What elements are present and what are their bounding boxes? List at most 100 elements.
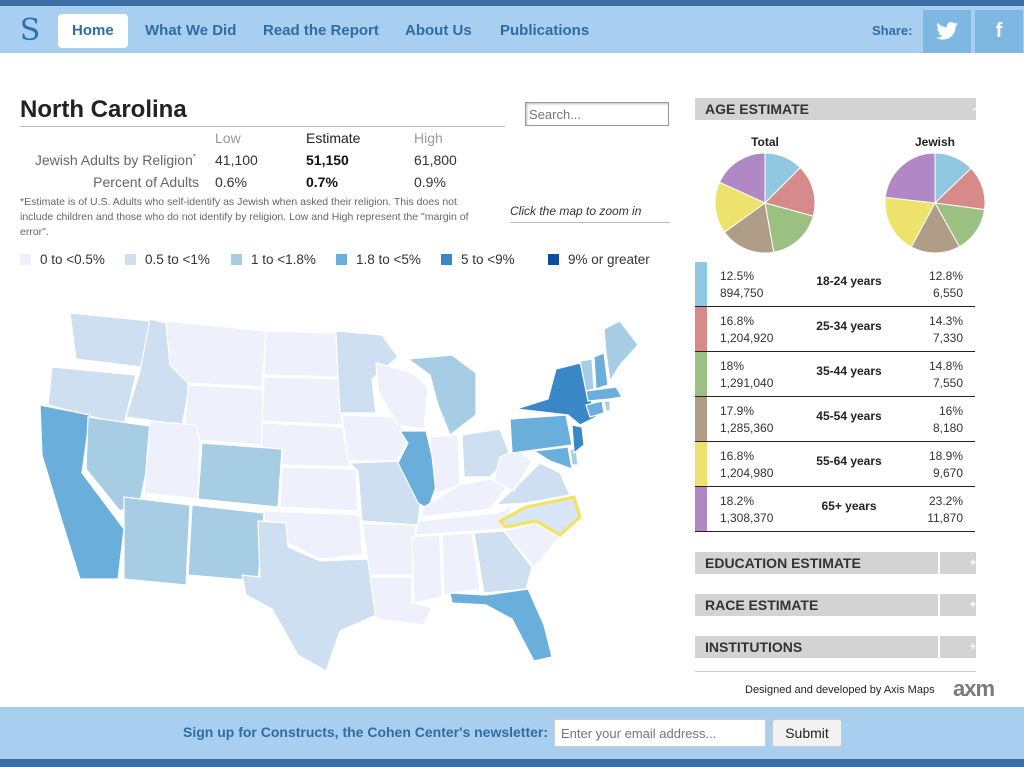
jewish-count: 9,670	[932, 466, 963, 480]
estimate-percent-adults: 0.7%	[306, 174, 338, 190]
pie-label-jewish: Jewish	[914, 135, 956, 149]
age-row-35-44: 18% 1,291,040 35-44 years 14.8% 7,550	[695, 352, 975, 397]
legend-item-1: 0.5 to <1%	[125, 252, 210, 268]
pie-slice-65+-years	[884, 152, 936, 204]
top-nav: S Home What We Did Read the Report About…	[0, 0, 1024, 53]
nav-about-us[interactable]: About Us	[405, 14, 472, 48]
total-count: 1,204,920	[720, 331, 774, 345]
race-estimate-title: RACE ESTIMATE	[705, 597, 819, 613]
total-count: 1,308,370	[720, 511, 774, 525]
credit-text: Designed and developed by Axis Maps	[745, 684, 935, 696]
state-utah[interactable]	[143, 420, 201, 500]
total-age-pie-chart	[714, 152, 816, 254]
legend-item-4: 5 to <9%	[441, 252, 515, 268]
credit-divider	[695, 671, 976, 672]
race-show-toggle[interactable]: + Show	[938, 594, 976, 633]
zoom-hint-divider	[510, 222, 670, 223]
legend-item-0: 0 to <0.5%	[20, 252, 105, 268]
state-arkansas[interactable]	[361, 522, 417, 576]
total-percent: 18.2%	[720, 494, 755, 508]
twitter-icon	[936, 22, 958, 40]
submit-button[interactable]: Submit	[772, 719, 842, 747]
state-rhode-island[interactable]	[603, 400, 611, 412]
state-washington[interactable]	[69, 312, 151, 368]
legend-swatch	[125, 253, 136, 265]
age-color-swatch	[695, 397, 707, 441]
facebook-share-button[interactable]: f	[975, 10, 1023, 53]
state-north-dakota[interactable]	[263, 330, 339, 378]
jewish-percent: 23.2%	[928, 494, 963, 508]
nav-publications[interactable]: Publications	[500, 14, 589, 48]
nav-read-the-report[interactable]: Read the Report	[263, 14, 379, 48]
institutions-header[interactable]: INSTITUTIONS + Show	[695, 636, 976, 675]
age-row-18-24: 12.5% 894,750 18-24 years 12.8% 6,550	[695, 262, 975, 307]
state-arizona[interactable]	[123, 496, 191, 586]
age-range-label: 55-64 years	[816, 454, 882, 468]
age-color-swatch	[695, 352, 707, 396]
column-estimate: Estimate	[306, 130, 361, 146]
race-estimate-header[interactable]: RACE ESTIMATE + Show	[695, 594, 976, 633]
jewish-count: 6,550	[932, 286, 963, 300]
pie-label-total: Total	[751, 135, 779, 149]
state-new-jersey[interactable]	[571, 424, 585, 455]
jewish-count: 8,180	[932, 421, 963, 435]
toggle-divider	[938, 552, 940, 574]
map-zoom-hint: Click the map to zoom in	[510, 204, 642, 218]
column-high: High	[414, 130, 443, 146]
axis-maps-logo[interactable]: axm	[953, 676, 995, 702]
age-hide-toggle[interactable]: - Hide	[946, 98, 976, 137]
total-count: 1,291,040	[720, 376, 774, 390]
state-colorado[interactable]	[197, 442, 283, 508]
us-choropleth-map[interactable]	[20, 285, 680, 685]
legend-item-5: 9% or greater	[548, 252, 650, 268]
total-percent: 16.8%	[720, 449, 755, 463]
total-percent: 17.9%	[720, 404, 755, 418]
row-label-percent-adults: Percent of Adults	[93, 174, 199, 190]
age-row-65-plus: 18.2% 1,308,370 65+ years 23.2% 11,870	[695, 487, 975, 532]
toggle-divider	[938, 636, 940, 658]
age-row-55-64: 16.8% 1,204,980 55-64 years 18.9% 9,670	[695, 442, 975, 487]
age-color-swatch	[695, 262, 707, 306]
state-indiana[interactable]	[429, 434, 461, 494]
title-divider	[20, 126, 505, 127]
legend-swatch	[20, 253, 31, 265]
age-range-label: 18-24 years	[816, 274, 882, 288]
twitter-share-button[interactable]	[923, 10, 971, 53]
education-show-toggle[interactable]: + Show	[938, 552, 976, 591]
page-title: North Carolina	[20, 96, 187, 123]
state-new-hampshire[interactable]	[593, 352, 609, 390]
state-mississippi[interactable]	[411, 534, 443, 604]
state-alabama[interactable]	[441, 532, 481, 599]
total-percent: 18%	[720, 359, 745, 373]
footer-bottom-bar	[0, 759, 1024, 767]
jewish-count: 7,330	[932, 331, 963, 345]
state-new-mexico[interactable]	[187, 504, 265, 582]
facebook-icon: f	[995, 20, 1003, 42]
nav-what-we-did[interactable]: What We Did	[145, 14, 236, 48]
legend-swatch	[231, 253, 242, 265]
legend-item-2: 1 to <1.8%	[231, 252, 316, 268]
email-input[interactable]	[554, 719, 766, 747]
age-row-25-34: 16.8% 1,204,920 25-34 years 14.3% 7,330	[695, 307, 975, 352]
state-florida[interactable]	[449, 588, 553, 662]
toggle-divider	[938, 594, 940, 616]
jewish-percent: 18.9%	[928, 449, 963, 463]
age-range-label: 25-34 years	[816, 319, 882, 333]
education-estimate-title: EDUCATION ESTIMATE	[705, 555, 861, 571]
age-estimate-header: AGE ESTIMATE - Hide	[695, 98, 976, 137]
jewish-age-pie-chart	[884, 152, 986, 254]
state-kansas[interactable]	[279, 466, 359, 512]
nav-home[interactable]: Home	[58, 14, 128, 48]
state-south-dakota[interactable]	[261, 376, 343, 426]
search-input[interactable]	[525, 102, 669, 126]
newsletter-footer: Sign up for Constructs, the Cohen Center…	[0, 707, 1024, 767]
age-color-swatch	[695, 307, 707, 351]
jewish-count: 11,870	[927, 511, 963, 525]
state-maine[interactable]	[603, 320, 639, 383]
institutions-show-toggle[interactable]: + Show	[938, 636, 976, 675]
site-logo[interactable]: S	[12, 12, 48, 50]
high-jewish-adults: 61,800	[414, 152, 457, 168]
share-label: Share:	[872, 23, 913, 38]
education-estimate-header[interactable]: EDUCATION ESTIMATE + Show	[695, 552, 976, 591]
age-range-label: 45-54 years	[816, 409, 882, 423]
